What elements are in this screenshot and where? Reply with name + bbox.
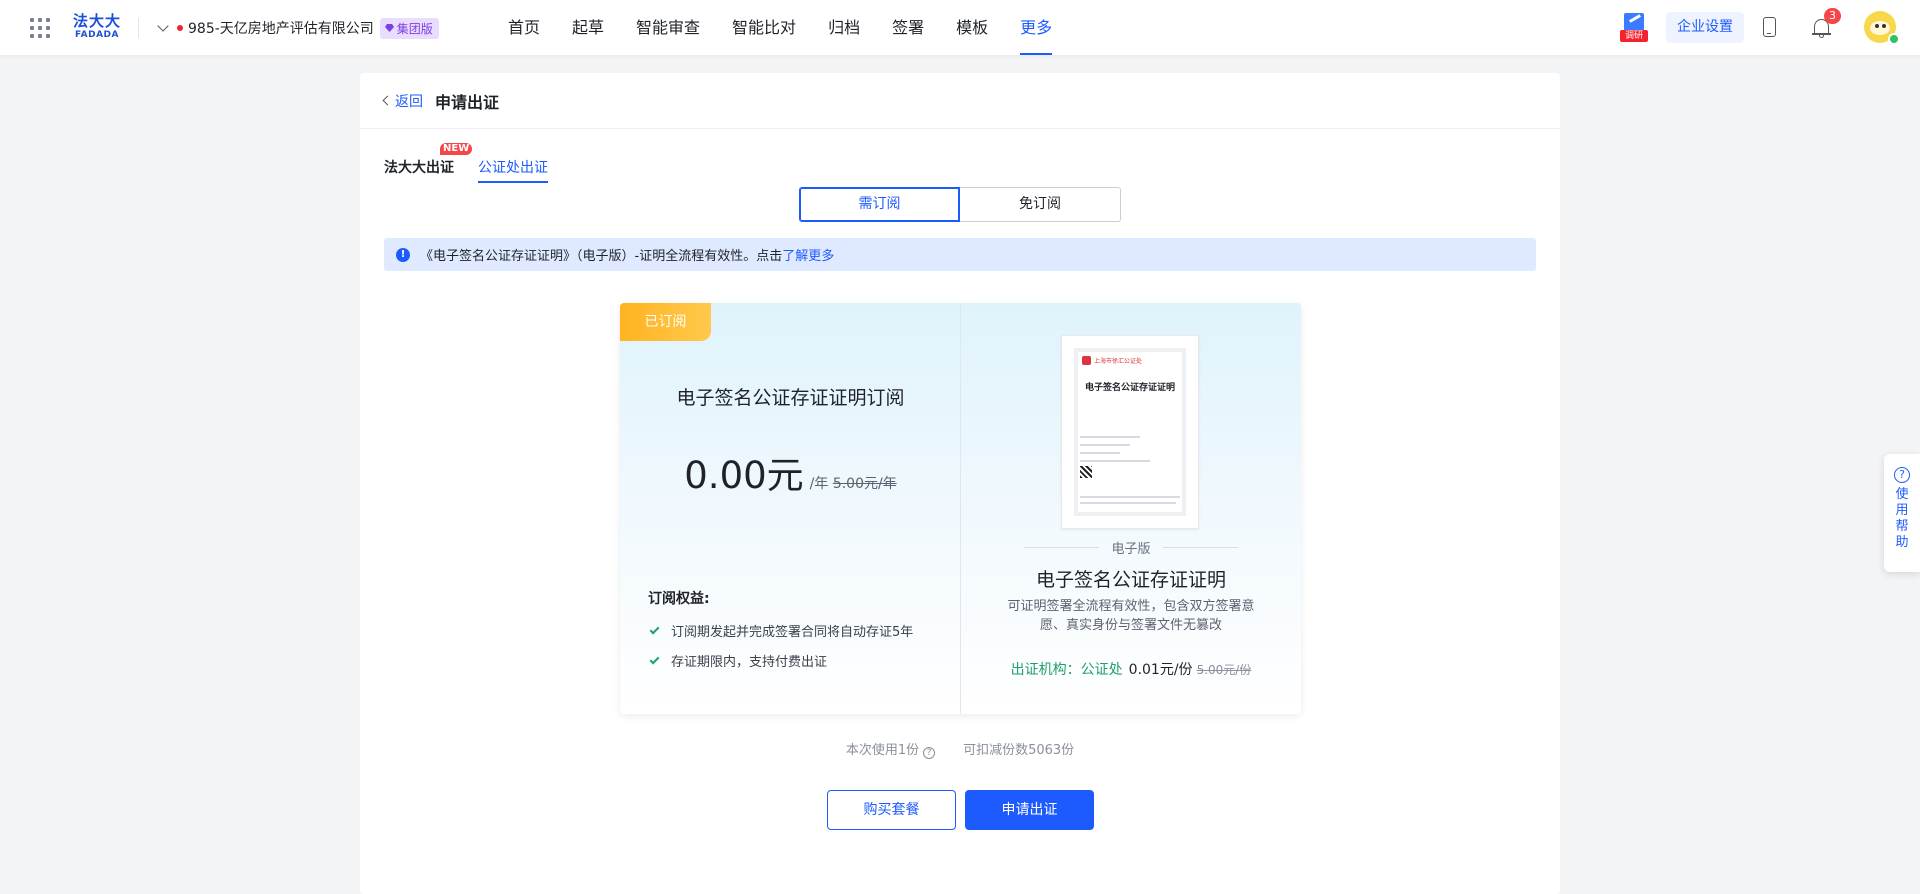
edition-label-row: 电子版 bbox=[961, 538, 1301, 557]
certificate-description: 可证明签署全流程有效性，包含双方签署意愿、真实身份与签署文件无篡改 bbox=[1007, 599, 1255, 633]
subscription-plan-panel: 已订阅 电子签名公证存证证明订阅 0.00元/年 5.00元/年 订阅权益: 订… bbox=[620, 303, 961, 714]
option-no-subscription[interactable]: 免订阅 bbox=[960, 187, 1121, 222]
status-dot-icon bbox=[177, 25, 183, 31]
remaining-count: 可扣减份数5063份 bbox=[963, 743, 1075, 758]
logo-en-text: FADADA bbox=[75, 30, 119, 40]
issuer-label: 出证机构：公证处 bbox=[1010, 662, 1123, 678]
usage-help-float-button[interactable]: ? 使用帮助 bbox=[1884, 454, 1920, 572]
diamond-icon bbox=[384, 24, 394, 32]
logo-cn-text: 法大大 bbox=[72, 12, 121, 30]
usage-summary: 本次使用1份? 可扣减份数5063份 bbox=[360, 739, 1560, 759]
info-notice: ! 《电子签名公证存证证明》（电子版）-证明全流程有效性。点击 了解更多 bbox=[384, 238, 1536, 271]
certificate-frame bbox=[1074, 348, 1186, 516]
notary-seal-icon bbox=[1082, 356, 1091, 365]
benefit-text: 存证期限内，支持付费出证 bbox=[671, 655, 828, 670]
benefit-item: 订阅期发起并完成签署合同将自动存证5年 bbox=[648, 621, 913, 640]
info-icon: ! bbox=[396, 247, 410, 262]
doc-text-line bbox=[1080, 452, 1120, 454]
doc-text-line bbox=[1080, 496, 1180, 498]
menu-item-sign[interactable]: 签署 bbox=[892, 0, 924, 55]
notice-text: 《电子签名公证存证证明》（电子版）-证明全流程有效性。点击 bbox=[420, 249, 783, 264]
benefits-title: 订阅权益: bbox=[648, 591, 710, 607]
option-subscription-required[interactable]: 需订阅 bbox=[799, 187, 960, 222]
benefit-text: 订阅期发起并完成签署合同将自动存证5年 bbox=[671, 625, 914, 640]
divider bbox=[1024, 547, 1100, 548]
price-unit: /年 bbox=[809, 476, 829, 492]
usage-help-label: 使用帮助 bbox=[1895, 487, 1909, 550]
subscription-toggle: 需订阅 免订阅 bbox=[799, 187, 1121, 222]
certificate-panel: 上海市徐汇公证处 电子签名公证存证证明 电子版 电子签名公证存证证明 可证明签署… bbox=[961, 303, 1301, 714]
tab-fadada-certificate[interactable]: 法大大出证 NEW bbox=[384, 143, 473, 183]
chevron-down-icon bbox=[157, 20, 169, 32]
subscribed-tag: 已订阅 bbox=[620, 303, 711, 341]
menu-item-smart-compare[interactable]: 智能比对 bbox=[732, 0, 796, 55]
plan-old-price: 5.00元/年 bbox=[832, 476, 897, 492]
plan-price-value: 0.00元 bbox=[684, 454, 804, 497]
learn-more-link[interactable]: 了解更多 bbox=[782, 245, 834, 264]
main-menu: 首页 起草 智能审查 智能比对 归档 签署 模板 更多 bbox=[508, 0, 1084, 55]
menu-item-template[interactable]: 模板 bbox=[956, 0, 988, 55]
survey-tag: 调研 bbox=[1620, 30, 1648, 42]
tab-notary-certificate[interactable]: 公证处出证 bbox=[478, 157, 548, 183]
certificate-source-tabs: 法大大出证 NEW 公证处出证 bbox=[384, 143, 572, 183]
doc-text-line bbox=[1080, 502, 1176, 504]
survey-icon bbox=[1624, 13, 1644, 31]
page-header: 返回 申请出证 bbox=[360, 73, 1560, 129]
apply-certificate-button[interactable]: 申请出证 bbox=[965, 790, 1094, 830]
check-icon bbox=[649, 624, 660, 634]
tab-fadada-label: 法大大出证 bbox=[384, 160, 454, 176]
buy-package-button[interactable]: 购买套餐 bbox=[827, 790, 956, 830]
certificate-title: 电子签名公证存证证明 bbox=[1035, 569, 1226, 591]
menu-item-home[interactable]: 首页 bbox=[508, 0, 540, 55]
plan-price-unit: /年 5.00元/年 bbox=[810, 476, 897, 492]
page-title: 申请出证 bbox=[435, 92, 500, 112]
menu-item-more[interactable]: 更多 bbox=[1020, 0, 1053, 55]
certificate-heading-text: 电子签名公证存证证明 bbox=[1084, 383, 1175, 393]
top-navigation-bar: 法大大 FADADA 985-天亿房地产评估有限公司 集团版 首页 起草 智能审… bbox=[0, 0, 1920, 55]
certificate-price: 0.01元/份 bbox=[1128, 662, 1193, 678]
benefit-item: 存证期限内，支持付费出证 bbox=[648, 651, 827, 670]
certificate-org-text: 上海市徐汇公证处 bbox=[1094, 358, 1143, 365]
qr-code-icon bbox=[1080, 466, 1092, 478]
group-edition-label: 集团版 bbox=[396, 21, 433, 36]
fadada-logo[interactable]: 法大大 FADADA bbox=[71, 14, 123, 42]
app-grid-icon[interactable] bbox=[30, 18, 50, 38]
group-edition-badge: 集团版 bbox=[379, 17, 439, 39]
plan-title: 电子签名公证存证证明订阅 bbox=[676, 387, 905, 409]
enterprise-settings-button[interactable]: 企业设置 bbox=[1666, 12, 1744, 43]
back-label: 返回 bbox=[395, 93, 423, 110]
certificate-old-price: 5.00元/份 bbox=[1196, 663, 1252, 677]
survey-button[interactable]: 调研 bbox=[1620, 13, 1648, 43]
verified-status-icon bbox=[1888, 33, 1900, 45]
nav-divider bbox=[138, 18, 139, 38]
menu-item-draft[interactable]: 起草 bbox=[572, 0, 604, 55]
certificate-preview-image: 上海市徐汇公证处 电子签名公证存证证明 bbox=[1061, 335, 1199, 529]
doc-text-line bbox=[1080, 436, 1140, 438]
question-icon: ? bbox=[1894, 467, 1910, 483]
notification-count-badge: 3 bbox=[1824, 8, 1841, 24]
chevron-left-icon bbox=[382, 95, 393, 106]
certificate-pricing: 出证机构：公证处 0.01元/份 5.00元/份 bbox=[961, 659, 1301, 679]
doc-text-line bbox=[1080, 444, 1130, 446]
help-icon[interactable]: ? bbox=[923, 747, 936, 759]
plan-price: 0.00元/年 5.00元/年 bbox=[620, 445, 961, 499]
new-badge: NEW bbox=[440, 143, 473, 155]
divider bbox=[1162, 547, 1238, 548]
menu-item-archive[interactable]: 归档 bbox=[828, 0, 860, 55]
usage-count: 本次使用1份 bbox=[845, 743, 920, 758]
product-card: 已订阅 电子签名公证存证证明订阅 0.00元/年 5.00元/年 订阅权益: 订… bbox=[620, 303, 1301, 714]
company-name: 985-天亿房地产评估有限公司 bbox=[188, 21, 374, 37]
main-card: 返回 申请出证 法大大出证 NEW 公证处出证 需订阅 免订阅 ! 《电子签名公… bbox=[360, 73, 1560, 894]
edition-label: 电子版 bbox=[1111, 542, 1151, 557]
doc-text-line bbox=[1080, 460, 1150, 462]
company-switcher[interactable]: 985-天亿房地产评估有限公司 集团版 bbox=[155, 17, 439, 39]
menu-item-smart-review[interactable]: 智能审查 bbox=[636, 0, 700, 55]
check-icon bbox=[649, 654, 660, 664]
back-link[interactable]: 返回 bbox=[382, 91, 423, 111]
mobile-phone-icon[interactable] bbox=[1763, 17, 1776, 37]
